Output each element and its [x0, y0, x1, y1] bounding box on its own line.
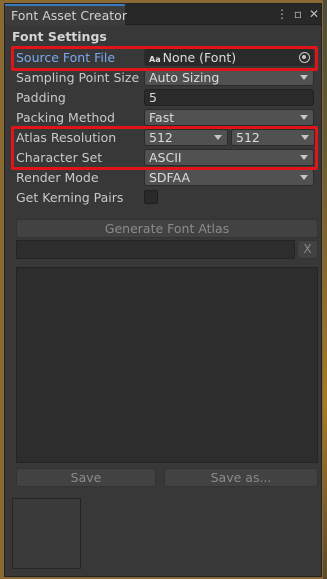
atlas-row: Atlas Resolution 512 512 — [16, 129, 316, 147]
sampling-value: Auto Sizing — [149, 70, 220, 85]
render-mode-label: Render Mode — [16, 170, 99, 185]
tab-bar: Font Asset Creator ⋮ ▫ ✕ — [5, 4, 321, 25]
tab-font-asset-creator[interactable]: Font Asset Creator — [5, 4, 127, 25]
font-asset-creator-window: Font Asset Creator ⋮ ▫ ✕ Font Settings S… — [4, 3, 322, 577]
generate-font-atlas-button[interactable]: Generate Font Atlas — [16, 219, 318, 238]
chevron-down-icon — [300, 155, 308, 160]
packing-value: Fast — [149, 110, 175, 125]
chevron-down-icon — [300, 75, 308, 80]
kebab-menu-icon[interactable]: ⋮ — [275, 7, 289, 21]
source-font-label: Source Font File — [16, 50, 116, 65]
packing-row: Packing Method Fast — [16, 109, 316, 127]
atlas-preview-thumbnail — [12, 498, 81, 569]
sampling-label: Sampling Point Size — [16, 70, 140, 85]
charset-value: ASCII — [149, 150, 182, 165]
padding-input[interactable]: 5 — [144, 89, 314, 106]
scene-background — [323, 0, 327, 579]
kerning-row: Get Kerning Pairs — [16, 189, 316, 207]
source-font-row: Source Font File Aa None (Font) — [16, 49, 316, 67]
packing-label: Packing Method — [16, 110, 115, 125]
sampling-row: Sampling Point Size Auto Sizing — [16, 69, 316, 87]
kerning-checkbox[interactable] — [144, 190, 158, 204]
charset-label: Character Set — [16, 150, 103, 165]
clear-button[interactable]: X — [297, 240, 318, 259]
atlas-width-dropdown[interactable]: 512 — [144, 129, 228, 146]
chevron-down-icon — [300, 115, 308, 120]
atlas-height-value: 512 — [236, 130, 260, 145]
render-mode-dropdown[interactable]: SDFAA — [144, 169, 314, 186]
output-preview-area — [16, 267, 318, 463]
section-title: Font Settings — [12, 29, 107, 44]
padding-row: Padding 5 — [16, 89, 316, 107]
source-font-value: None (Font) — [162, 50, 237, 65]
source-font-field[interactable]: Aa None (Font) — [144, 49, 314, 66]
atlas-label: Atlas Resolution — [16, 130, 117, 145]
maximize-icon[interactable]: ▫ — [291, 7, 305, 21]
save-as-button[interactable]: Save as... — [164, 468, 318, 487]
packing-dropdown[interactable]: Fast — [144, 109, 314, 126]
close-icon[interactable]: ✕ — [307, 7, 321, 21]
render-mode-row: Render Mode SDFAA — [16, 169, 316, 187]
padding-label: Padding — [16, 90, 66, 105]
sampling-dropdown[interactable]: Auto Sizing — [144, 69, 314, 86]
progress-bar — [16, 240, 295, 259]
atlas-height-dropdown[interactable]: 512 — [231, 129, 315, 146]
charset-dropdown[interactable]: ASCII — [144, 149, 314, 166]
object-picker-icon[interactable] — [299, 52, 310, 63]
render-mode-value: SDFAA — [149, 170, 191, 185]
chevron-down-icon — [214, 135, 222, 140]
save-button[interactable]: Save — [16, 468, 156, 487]
font-asset-icon: Aa — [149, 55, 161, 64]
chevron-down-icon — [301, 135, 309, 140]
kerning-label: Get Kerning Pairs — [16, 190, 124, 205]
atlas-width-value: 512 — [149, 130, 173, 145]
chevron-down-icon — [300, 175, 308, 180]
charset-row: Character Set ASCII — [16, 149, 316, 167]
